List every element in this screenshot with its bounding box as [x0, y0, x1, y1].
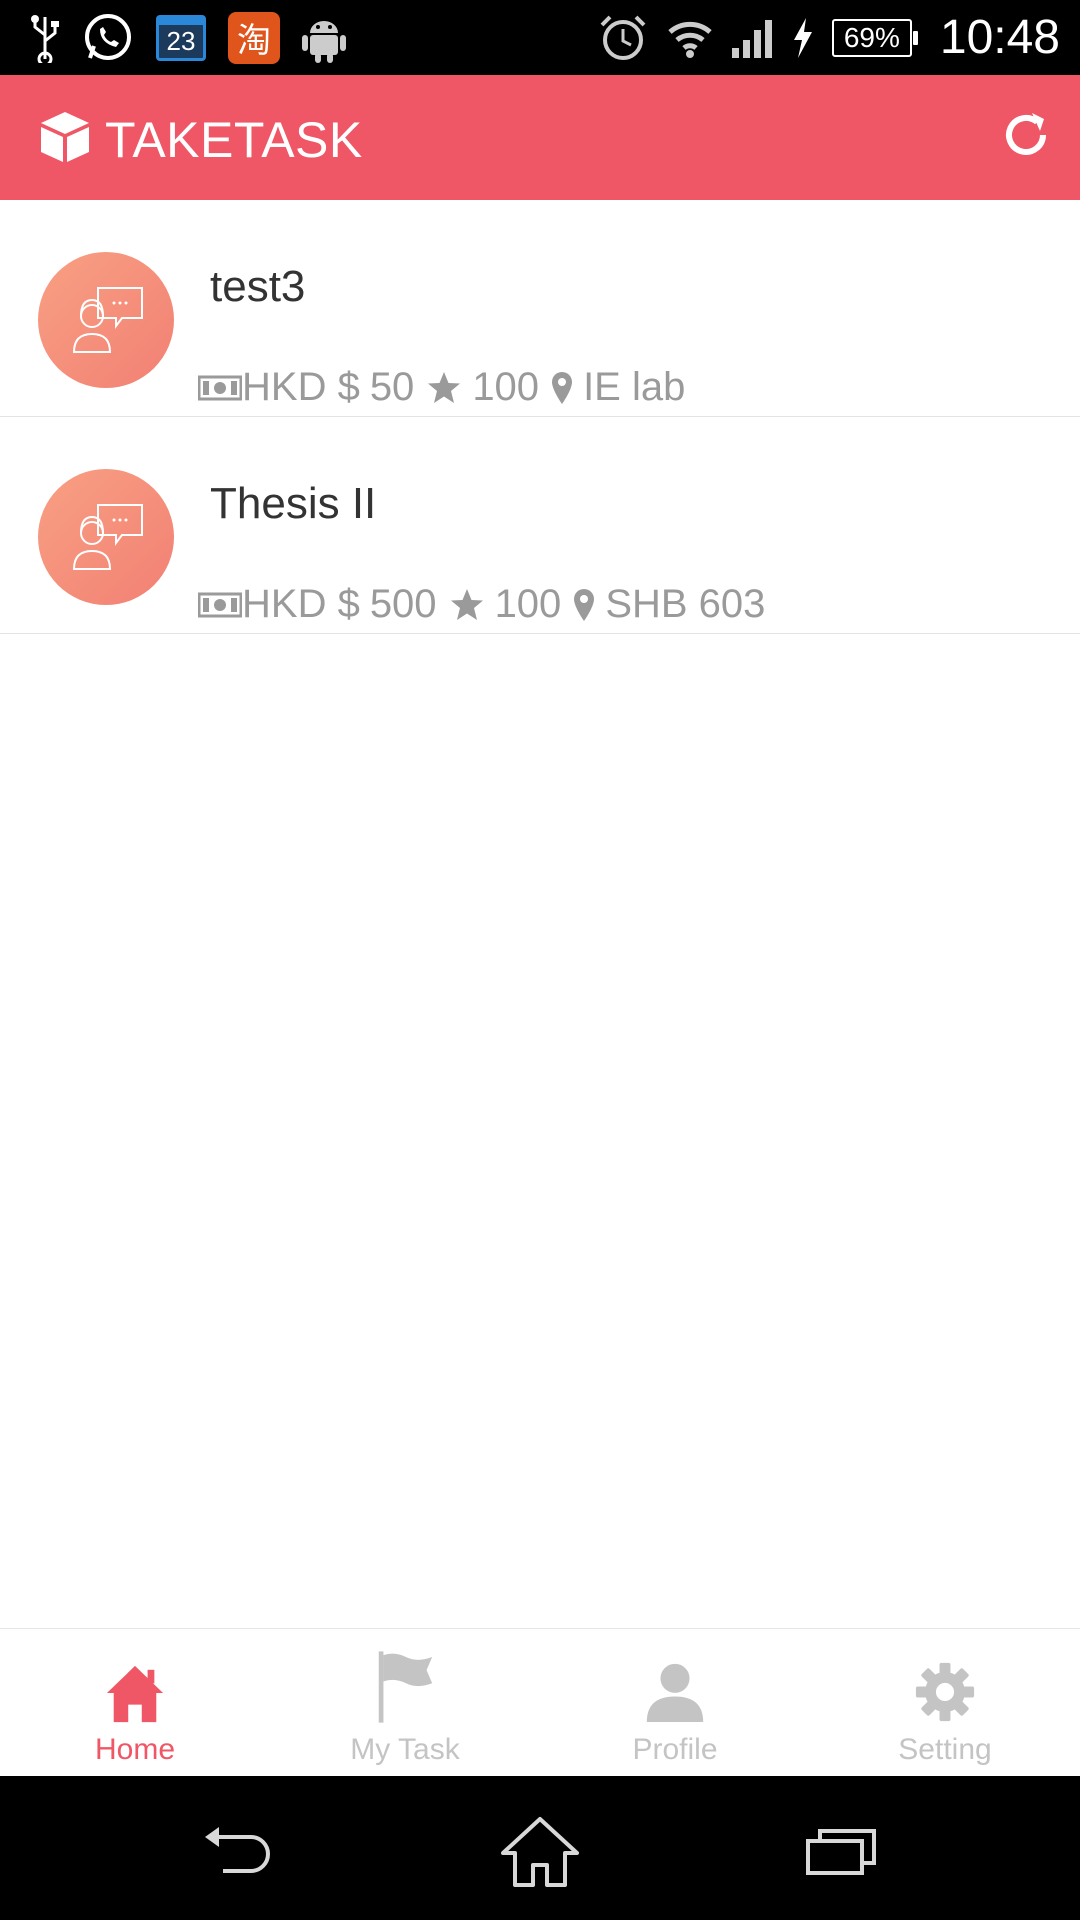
clock: 10:48 — [939, 11, 1060, 64]
avatar — [38, 469, 174, 605]
location-pin-icon — [573, 588, 595, 622]
star-icon — [449, 587, 485, 623]
status-bar: 23 淘 69% 10:48 — [0, 0, 1080, 75]
back-icon[interactable] — [196, 1816, 286, 1886]
task-title: Thesis II — [210, 479, 377, 528]
task-amount: 50 — [369, 365, 415, 409]
avatar — [38, 252, 174, 388]
task-amount: 500 — [369, 582, 437, 626]
battery-icon: 69% — [831, 18, 918, 57]
money-icon — [198, 374, 242, 402]
app-title: TAKETASK — [105, 112, 363, 168]
star-icon — [426, 370, 462, 406]
task-row[interactable]: test3 HKD $ 50 100 IE lab — [0, 200, 1080, 417]
taobao-icon: 淘 — [228, 11, 280, 64]
app-bar: TAKETASK — [0, 75, 1080, 200]
task-location: SHB 603 — [605, 582, 766, 626]
tab-profile[interactable]: Profile — [540, 1629, 810, 1777]
usb-icon — [30, 13, 60, 63]
alarm-icon — [598, 13, 648, 63]
task-row[interactable]: Thesis II HKD $ 500 100 SHB 603 — [0, 417, 1080, 634]
location-pin-icon — [551, 371, 573, 405]
tab-label: My Task — [350, 1733, 460, 1766]
cube-icon — [38, 110, 92, 164]
task-meta: HKD $ 500 100 SHB 603 — [198, 582, 765, 627]
android-icon — [302, 13, 346, 63]
task-list: test3 HKD $ 50 100 IE lab Thesis II HKD … — [0, 200, 1080, 634]
whatsapp-icon — [82, 12, 134, 64]
support-agent-icon — [72, 287, 143, 353]
home-outline-icon[interactable] — [495, 1816, 585, 1887]
task-points: 100 — [494, 582, 562, 626]
tab-label: Home — [94, 1733, 176, 1766]
wifi-icon — [666, 16, 714, 60]
system-nav-bar — [0, 1776, 1080, 1920]
tab-setting[interactable]: Setting — [810, 1629, 1080, 1777]
tab-label: Profile — [632, 1733, 718, 1766]
signal-icon — [731, 18, 774, 58]
task-currency: HKD $ — [242, 365, 360, 409]
task-currency: HKD $ — [242, 582, 360, 626]
task-location: IE lab — [583, 365, 686, 409]
charging-icon — [792, 17, 814, 58]
tab-my-task[interactable]: My Task — [270, 1629, 540, 1777]
gear-icon — [915, 1657, 975, 1725]
tab-label: Setting — [898, 1733, 992, 1766]
task-meta: HKD $ 50 100 IE lab — [198, 365, 685, 410]
task-title: test3 — [210, 262, 306, 311]
tab-home[interactable]: Home — [0, 1629, 270, 1777]
home-icon — [105, 1657, 165, 1725]
bottom-tab-bar: Home My Task Profile Setting — [0, 1628, 1080, 1776]
person-icon — [645, 1657, 705, 1725]
refresh-icon[interactable] — [1000, 109, 1052, 161]
recents-icon[interactable] — [796, 1816, 886, 1886]
money-icon — [198, 591, 242, 619]
support-agent-icon — [72, 504, 143, 570]
flag-icon — [375, 1651, 435, 1725]
task-points: 100 — [472, 365, 540, 409]
calendar-icon: 23 — [156, 14, 206, 61]
